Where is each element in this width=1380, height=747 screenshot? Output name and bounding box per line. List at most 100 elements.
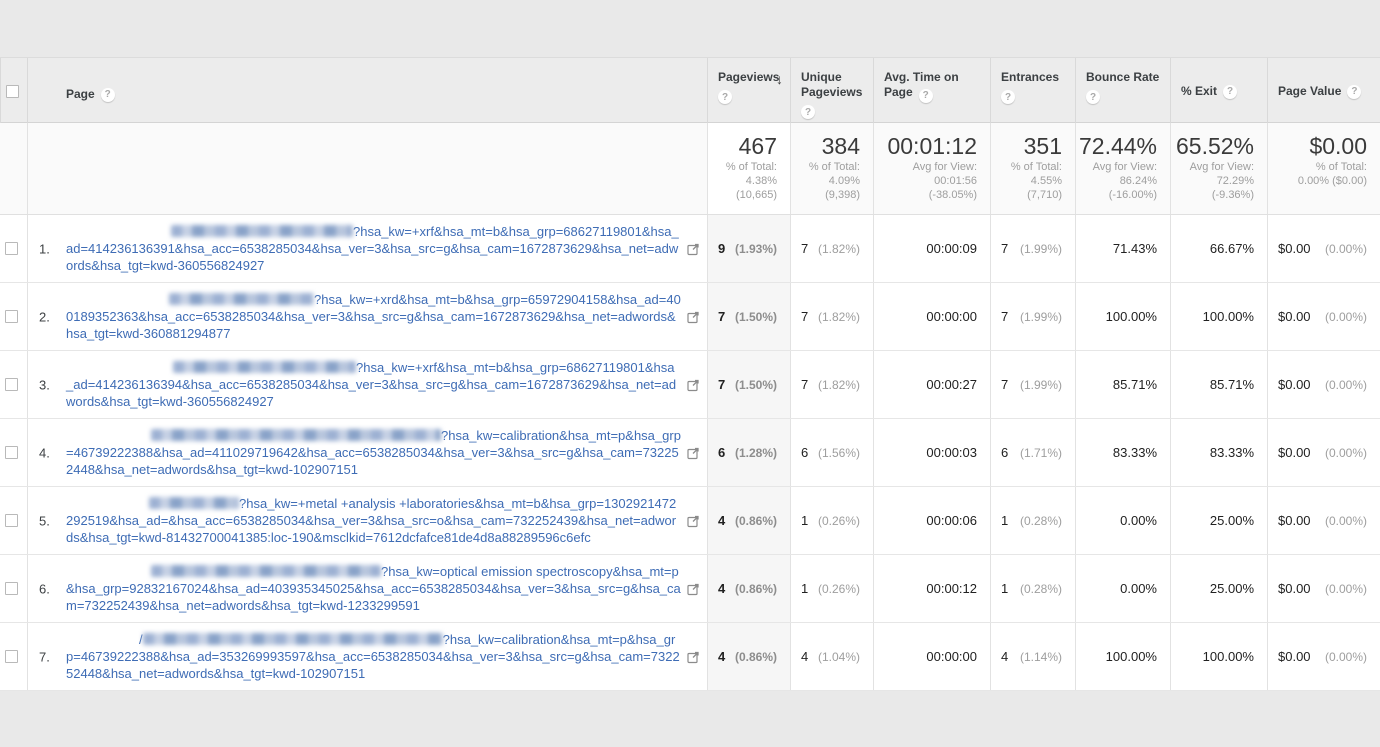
external-link-icon[interactable] [687, 446, 700, 459]
table-row: 6. ?hsa_kw=optical emission spectroscopy… [0, 555, 1380, 623]
pageviews-cell: 7(1.50%) [707, 351, 790, 418]
sort-desc-icon[interactable]: ↓ [776, 72, 783, 87]
page-cell: 5. ?hsa_kw=+metal +analysis +laboratorie… [27, 487, 707, 554]
row-index: 3. [39, 377, 61, 392]
row-checkbox-cell [0, 283, 27, 350]
help-icon[interactable]: ? [718, 90, 732, 104]
exit-cell: 83.33% [1170, 419, 1267, 486]
table-row: 5. ?hsa_kw=+metal +analysis +laboratorie… [0, 487, 1380, 555]
pageviews-cell: 4(0.86%) [707, 555, 790, 622]
unique-pageviews-cell: 4(1.04%) [790, 623, 873, 690]
help-icon[interactable]: ? [919, 89, 933, 103]
external-link-icon[interactable] [687, 514, 700, 527]
pageviews-cell: 6(1.28%) [707, 419, 790, 486]
redacted-url-prefix [149, 497, 239, 509]
page-cell: 7. /?hsa_kw=calibration&hsa_mt=p&hsa_grp… [27, 623, 707, 690]
exit-cell: 85.71% [1170, 351, 1267, 418]
entrances-cell: 4(1.14%) [990, 623, 1075, 690]
page-url-link[interactable]: ?hsa_kw=+xrf&hsa_mt=b&hsa_grp=6862711980… [66, 359, 681, 410]
row-checkbox-cell [0, 351, 27, 418]
table-row: 4. ?hsa_kw=calibration&hsa_mt=p&hsa_grp=… [0, 419, 1380, 487]
table-row: 1. ?hsa_kw=+xrf&hsa_mt=b&hsa_grp=6862711… [0, 215, 1380, 283]
column-header-unique-pageviews[interactable]: Unique Pageviews ? [790, 58, 873, 125]
row-checkbox[interactable] [5, 242, 18, 255]
redacted-url-prefix [171, 225, 353, 237]
external-link-icon[interactable] [687, 242, 700, 255]
help-icon[interactable]: ? [1086, 90, 1100, 104]
page-url-link[interactable]: ?hsa_kw=+xrd&hsa_mt=b&hsa_grp=6597290415… [66, 291, 681, 342]
column-header-page[interactable]: Page ? [27, 58, 707, 125]
summary-avg-time: 00:01:12 Avg for View: 00:01:56 (-38.05%… [873, 123, 990, 214]
pageviews-cell: 4(0.86%) [707, 487, 790, 554]
entrances-cell: 7(1.99%) [990, 351, 1075, 418]
table-body: 1. ?hsa_kw=+xrf&hsa_mt=b&hsa_grp=6862711… [0, 215, 1380, 691]
summary-pageviews: 467 % of Total: 4.38% (10,665) [707, 123, 790, 214]
external-link-icon[interactable] [687, 378, 700, 391]
column-header-exit[interactable]: % Exit ? [1170, 58, 1267, 125]
page-value-cell: $0.00(0.00%) [1267, 419, 1380, 486]
row-index: 7. [39, 649, 61, 664]
column-header-entrances[interactable]: Entrances ? [990, 58, 1075, 125]
row-checkbox[interactable] [5, 310, 18, 323]
table-row: 3. ?hsa_kw=+xrf&hsa_mt=b&hsa_grp=6862711… [0, 351, 1380, 419]
select-all-cell [0, 58, 27, 125]
external-link-icon[interactable] [687, 310, 700, 323]
row-checkbox[interactable] [5, 446, 18, 459]
row-checkbox[interactable] [5, 582, 18, 595]
exit-cell: 100.00% [1170, 623, 1267, 690]
column-header-page-value[interactable]: Page Value ? [1267, 58, 1380, 125]
avg-time-cell: 00:00:06 [873, 487, 990, 554]
external-link-icon[interactable] [687, 582, 700, 595]
bounce-rate-cell: 100.00% [1075, 623, 1170, 690]
help-icon[interactable]: ? [101, 88, 115, 102]
table-row: 7. /?hsa_kw=calibration&hsa_mt=p&hsa_grp… [0, 623, 1380, 691]
unique-pageviews-cell: 1(0.26%) [790, 555, 873, 622]
summary-page-cell [27, 123, 707, 214]
avg-time-cell: 00:00:27 [873, 351, 990, 418]
page-value-cell: $0.00(0.00%) [1267, 215, 1380, 282]
column-header-bounce-rate[interactable]: Bounce Rate ? [1075, 58, 1170, 125]
page-url-link[interactable]: ?hsa_kw=+metal +analysis +laboratories&h… [66, 495, 681, 546]
row-checkbox-cell [0, 623, 27, 690]
page-cell: 3. ?hsa_kw=+xrf&hsa_mt=b&hsa_grp=6862711… [27, 351, 707, 418]
summary-unique-pageviews: 384 % of Total: 4.09% (9,398) [790, 123, 873, 214]
summary-exit: 65.52% Avg for View: 72.29% (-9.36%) [1170, 123, 1267, 214]
entrances-cell: 1(0.28%) [990, 487, 1075, 554]
page-value-cell: $0.00(0.00%) [1267, 351, 1380, 418]
page-cell: 6. ?hsa_kw=optical emission spectroscopy… [27, 555, 707, 622]
analytics-pages-report: Page ? Pageviews ? ↓ Unique Pageviews ? … [0, 57, 1380, 747]
summary-entrances: 351 % of Total: 4.55% (7,710) [990, 123, 1075, 214]
redacted-url-prefix [151, 565, 381, 577]
row-checkbox[interactable] [5, 650, 18, 663]
row-index: 5. [39, 513, 61, 528]
row-checkbox[interactable] [5, 378, 18, 391]
external-link-icon[interactable] [687, 650, 700, 663]
unique-pageviews-cell: 7(1.82%) [790, 215, 873, 282]
row-checkbox[interactable] [5, 514, 18, 527]
entrances-cell: 7(1.99%) [990, 215, 1075, 282]
row-index: 6. [39, 581, 61, 596]
redacted-url-prefix [143, 633, 443, 645]
column-header-avg-time[interactable]: Avg. Time on Page? [873, 58, 990, 125]
help-icon[interactable]: ? [801, 105, 815, 119]
page-url-link[interactable]: ?hsa_kw=optical emission spectroscopy&hs… [66, 563, 681, 614]
page-url-link[interactable]: ?hsa_kw=calibration&hsa_mt=p&hsa_grp=467… [66, 427, 681, 478]
pageviews-cell: 9(1.93%) [707, 215, 790, 282]
page-cell: 4. ?hsa_kw=calibration&hsa_mt=p&hsa_grp=… [27, 419, 707, 486]
unique-pageviews-cell: 1(0.26%) [790, 487, 873, 554]
summary-bounce-rate: 72.44% Avg for View: 86.24% (-16.00%) [1075, 123, 1170, 214]
page-value-cell: $0.00(0.00%) [1267, 555, 1380, 622]
help-icon[interactable]: ? [1347, 85, 1361, 99]
avg-time-cell: 00:00:00 [873, 283, 990, 350]
page-url-link[interactable]: /?hsa_kw=calibration&hsa_mt=p&hsa_grp=46… [66, 631, 681, 682]
page-url-link[interactable]: ?hsa_kw=+xrf&hsa_mt=b&hsa_grp=6862711980… [66, 223, 681, 274]
bounce-rate-cell: 85.71% [1075, 351, 1170, 418]
help-icon[interactable]: ? [1001, 90, 1015, 104]
help-icon[interactable]: ? [1223, 85, 1237, 99]
pageviews-cell: 7(1.50%) [707, 283, 790, 350]
row-checkbox-cell [0, 487, 27, 554]
avg-time-cell: 00:00:09 [873, 215, 990, 282]
select-all-checkbox[interactable] [6, 85, 19, 98]
unique-pageviews-cell: 7(1.82%) [790, 351, 873, 418]
column-header-pageviews[interactable]: Pageviews ? ↓ [707, 58, 790, 125]
